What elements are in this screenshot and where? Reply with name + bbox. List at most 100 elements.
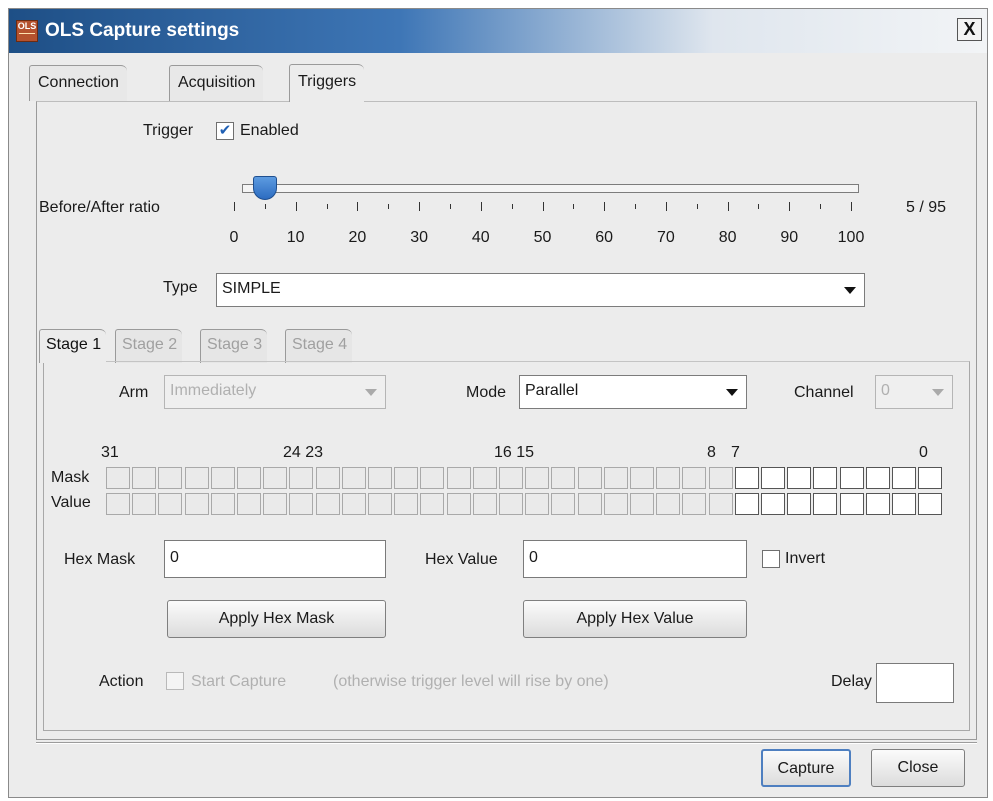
mask-bit-3[interactable] xyxy=(839,467,864,489)
close-button[interactable]: Close xyxy=(871,749,965,787)
value-bit-29[interactable] xyxy=(158,493,183,515)
value-bit-27[interactable] xyxy=(210,493,235,515)
value-bit-24[interactable] xyxy=(289,493,314,515)
value-bit-5[interactable] xyxy=(787,493,812,515)
tick-label: 0 xyxy=(229,229,239,246)
mask-bit-20[interactable] xyxy=(394,467,419,489)
type-select[interactable]: SIMPLE xyxy=(216,273,865,307)
tick-label: 20 xyxy=(348,229,367,246)
mask-bit-30[interactable] xyxy=(132,467,157,489)
value-bit-18[interactable] xyxy=(446,493,471,515)
value-bit-17[interactable] xyxy=(472,493,497,515)
mask-bit-12[interactable] xyxy=(603,467,628,489)
mask-bit-28[interactable] xyxy=(184,467,209,489)
mask-bit-5[interactable] xyxy=(787,467,812,489)
value-bit-12[interactable] xyxy=(603,493,628,515)
mask-bit-4[interactable] xyxy=(813,467,838,489)
value-bit-21[interactable] xyxy=(368,493,392,515)
mask-bit-0[interactable] xyxy=(918,467,943,489)
mask-bit-7[interactable] xyxy=(734,467,759,489)
ratio-slider-track[interactable] xyxy=(242,184,859,193)
mask-bit-15[interactable] xyxy=(525,467,550,489)
value-bit-14[interactable] xyxy=(551,493,576,515)
trigger-enabled-checkbox[interactable]: ✔ xyxy=(216,122,234,140)
mask-bit-17[interactable] xyxy=(472,467,497,489)
hex-value-input[interactable]: 0 xyxy=(523,540,747,578)
start-capture-label: Start Capture xyxy=(191,673,287,690)
action-hint: (otherwise trigger level will rise by on… xyxy=(333,673,609,690)
mask-bit-23[interactable] xyxy=(315,467,340,489)
mask-bit-31[interactable] xyxy=(106,467,130,489)
arm-value: Immediately xyxy=(170,382,257,399)
value-bit-10[interactable] xyxy=(656,493,681,515)
delay-input[interactable] xyxy=(876,663,954,703)
apply-hex-value-button[interactable]: Apply Hex Value xyxy=(523,600,747,638)
value-bit-8[interactable] xyxy=(708,493,733,515)
mask-bit-14[interactable] xyxy=(551,467,576,489)
close-window-button[interactable]: X xyxy=(957,18,982,41)
mask-bit-25[interactable] xyxy=(263,467,288,489)
value-bit-9[interactable] xyxy=(682,493,707,515)
mask-bit-19[interactable] xyxy=(420,467,445,489)
ratio-slider-thumb[interactable] xyxy=(252,176,277,200)
mask-bit-16[interactable] xyxy=(499,467,523,489)
title-bar: OLS OLS Capture settings X xyxy=(9,9,987,53)
invert-label: Invert xyxy=(785,550,826,567)
start-capture-checkbox[interactable] xyxy=(166,672,184,690)
tab-stage-2[interactable]: Stage 2 xyxy=(115,329,183,363)
value-bit-7[interactable] xyxy=(734,493,759,515)
mask-bit-8[interactable] xyxy=(708,467,733,489)
mask-bit-29[interactable] xyxy=(158,467,183,489)
mask-bit-10[interactable] xyxy=(656,467,681,489)
value-bit-23[interactable] xyxy=(315,493,340,515)
apply-hex-mask-button[interactable]: Apply Hex Mask xyxy=(167,600,386,638)
mode-select[interactable]: Parallel xyxy=(519,375,747,409)
value-bit-2[interactable] xyxy=(865,493,890,515)
value-bit-1[interactable] xyxy=(892,493,916,515)
hex-mask-input[interactable]: 0 xyxy=(164,540,386,578)
mask-bit-21[interactable] xyxy=(368,467,392,489)
mask-bit-1[interactable] xyxy=(892,467,916,489)
mask-bit-13[interactable] xyxy=(577,467,602,489)
mask-bit-2[interactable] xyxy=(865,467,890,489)
minor-tick xyxy=(388,204,390,209)
value-bit-30[interactable] xyxy=(132,493,157,515)
channel-select[interactable]: 0 xyxy=(875,375,953,409)
value-bit-28[interactable] xyxy=(184,493,209,515)
value-bit-25[interactable] xyxy=(263,493,288,515)
major-tick xyxy=(234,202,235,211)
tab-connection[interactable]: Connection xyxy=(29,65,127,101)
type-value: SIMPLE xyxy=(222,280,281,297)
value-bit-19[interactable] xyxy=(420,493,445,515)
value-bit-0[interactable] xyxy=(918,493,943,515)
arm-select[interactable]: Immediately xyxy=(164,375,386,409)
tab-triggers[interactable]: Triggers xyxy=(289,64,365,102)
value-bit-3[interactable] xyxy=(839,493,864,515)
tab-acquisition[interactable]: Acquisition xyxy=(169,65,264,101)
tab-stage-3[interactable]: Stage 3 xyxy=(200,329,268,363)
tab-stage-1[interactable]: Stage 1 xyxy=(39,329,107,363)
value-bit-20[interactable] xyxy=(394,493,419,515)
value-bit-22[interactable] xyxy=(341,493,366,515)
mask-bit-24[interactable] xyxy=(289,467,314,489)
mask-bit-22[interactable] xyxy=(341,467,366,489)
mask-bit-18[interactable] xyxy=(446,467,471,489)
mask-bit-11[interactable] xyxy=(630,467,654,489)
mask-bit-27[interactable] xyxy=(210,467,235,489)
value-bit-16[interactable] xyxy=(499,493,523,515)
value-bit-6[interactable] xyxy=(761,493,785,515)
major-tick xyxy=(727,202,729,211)
major-tick xyxy=(542,202,544,211)
invert-checkbox[interactable] xyxy=(762,550,780,568)
tab-stage-4[interactable]: Stage 4 xyxy=(285,329,353,363)
mask-bit-26[interactable] xyxy=(237,467,261,489)
value-bit-15[interactable] xyxy=(525,493,550,515)
mask-bit-6[interactable] xyxy=(761,467,785,489)
value-bit-13[interactable] xyxy=(577,493,602,515)
capture-button[interactable]: Capture xyxy=(761,749,851,787)
value-bit-11[interactable] xyxy=(630,493,654,515)
mask-bit-9[interactable] xyxy=(682,467,707,489)
value-bit-4[interactable] xyxy=(813,493,838,515)
value-bit-26[interactable] xyxy=(237,493,261,515)
value-bit-31[interactable] xyxy=(106,493,130,515)
